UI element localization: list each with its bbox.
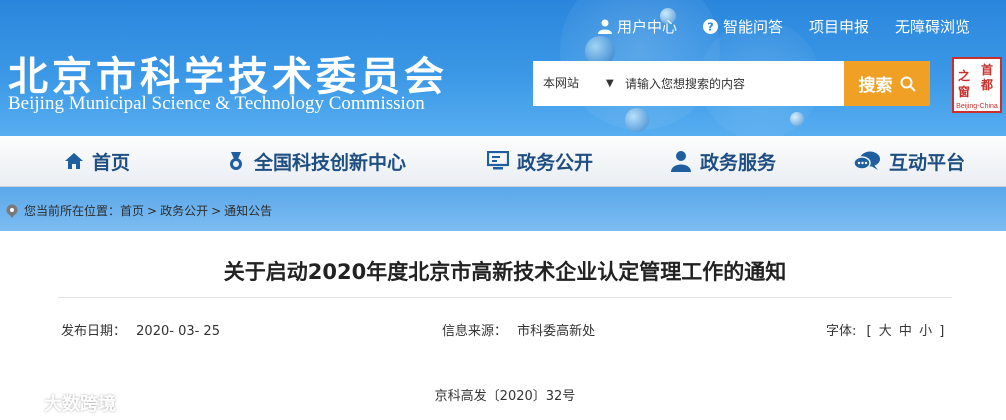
smart-qa-label: 智能问答 bbox=[723, 17, 784, 36]
top-links: 用户中心 ? 智能问答 项目申报 无障碍浏览 bbox=[598, 16, 970, 36]
breadcrumb-separator: > bbox=[147, 203, 158, 218]
breadcrumb-separator: > bbox=[211, 203, 222, 218]
search-bar: 本网站 ▼ 搜索 bbox=[533, 61, 930, 106]
breadcrumb: 您当前所在位置： 首页 > 政务公开 > 通知公告 bbox=[6, 202, 272, 219]
chat-icon bbox=[853, 151, 880, 170]
font-size-control: 字体: [ 大 中 小 ] bbox=[826, 324, 945, 339]
font-size-small-button[interactable]: 小 bbox=[919, 324, 932, 339]
home-icon bbox=[65, 153, 83, 169]
document-number: 京科高发〔2020〕32号 bbox=[434, 389, 576, 404]
nav-item-home[interactable]: 首页 bbox=[64, 136, 130, 186]
publish-date-label: 发布日期： bbox=[61, 324, 127, 339]
capital-window-logo[interactable]: 首 都 之 窗 Beijing-China bbox=[952, 57, 1002, 113]
breadcrumb-gov-affairs-open[interactable]: 政务公开 bbox=[160, 202, 208, 219]
site-header: 北京市科学技术委员会 Beijing Municipal Science & T… bbox=[0, 0, 1006, 136]
info-source-value: 市科委高新处 bbox=[517, 324, 596, 339]
search-button[interactable]: 搜索 bbox=[844, 61, 930, 106]
nav-item-label: 政务服务 bbox=[700, 151, 777, 174]
question-icon: ? bbox=[703, 18, 719, 34]
breadcrumb-home[interactable]: 首页 bbox=[120, 202, 144, 219]
main-nav: 首页 全国科技创新中心 政务公开 政务服务 互动平台 bbox=[0, 136, 1006, 187]
title-divider bbox=[58, 297, 952, 298]
person-icon bbox=[671, 151, 691, 172]
breadcrumb-notices[interactable]: 通知公告 bbox=[224, 202, 272, 219]
user-icon bbox=[598, 19, 612, 34]
breadcrumb-bar: 您当前所在位置： 首页 > 政务公开 > 通知公告 bbox=[0, 187, 1006, 231]
accessibility-link[interactable]: 无障碍浏览 bbox=[895, 16, 970, 37]
nav-item-interaction[interactable]: 互动平台 bbox=[853, 136, 965, 186]
breadcrumb-prefix: 您当前所在位置： bbox=[24, 204, 121, 218]
badge-tag: Beijing-China bbox=[956, 103, 998, 110]
nav-item-gov-services[interactable]: 政务服务 bbox=[670, 136, 776, 186]
nav-item-label: 全国科技创新中心 bbox=[254, 151, 407, 174]
badge-char: 之 bbox=[958, 69, 971, 83]
badge-char: 窗 bbox=[958, 85, 971, 99]
medal-icon bbox=[230, 152, 242, 170]
search-button-label: 搜索 bbox=[858, 76, 893, 96]
info-source-label: 信息来源： bbox=[442, 324, 508, 339]
accessibility-label: 无障碍浏览 bbox=[895, 17, 971, 36]
site-title-en: Beijing Municipal Science & Technology C… bbox=[8, 93, 425, 114]
info-source: 信息来源： 市科委高新处 bbox=[442, 320, 595, 339]
search-scope-select[interactable]: 本网站 bbox=[543, 61, 579, 106]
monitor-icon bbox=[487, 151, 509, 170]
watermark: 大数跨境 bbox=[8, 390, 116, 416]
badge-char: 都 bbox=[981, 78, 994, 92]
nav-item-gov-affairs-open[interactable]: 政务公开 bbox=[487, 136, 593, 186]
caret-down-icon[interactable]: ▼ bbox=[606, 61, 614, 106]
nav-item-label: 首页 bbox=[92, 151, 131, 174]
nav-item-innovation-center[interactable]: 全国科技创新中心 bbox=[226, 136, 406, 186]
svg-text:?: ? bbox=[707, 20, 713, 33]
location-pin-icon bbox=[6, 204, 18, 218]
smart-qa-link[interactable]: ? 智能问答 bbox=[703, 16, 783, 37]
publish-date: 发布日期： 2020- 03- 25 bbox=[61, 320, 220, 339]
font-size-label: 字体: bbox=[826, 324, 857, 339]
article-title: 关于启动2020年度北京市高新技术企业认定管理工作的通知 bbox=[223, 260, 787, 284]
search-icon bbox=[900, 76, 916, 92]
font-size-medium-button[interactable]: 中 bbox=[899, 324, 912, 339]
nav-item-label: 互动平台 bbox=[889, 151, 966, 174]
watermark-text: 大数跨境 bbox=[44, 394, 116, 415]
watermark-logo-icon bbox=[9, 394, 37, 412]
publish-date-value: 2020- 03- 25 bbox=[136, 324, 220, 339]
user-center-label: 用户中心 bbox=[617, 17, 678, 36]
article-panel: 关于启动2020年度北京市高新技术企业认定管理工作的通知 发布日期： 2020-… bbox=[8, 233, 1002, 420]
font-size-large-button[interactable]: 大 bbox=[879, 324, 892, 339]
user-center-link[interactable]: 用户中心 bbox=[598, 16, 677, 37]
nav-item-label: 政务公开 bbox=[517, 151, 594, 174]
project-apply-label: 项目申报 bbox=[809, 17, 870, 36]
project-apply-link[interactable]: 项目申报 bbox=[809, 16, 869, 37]
search-input[interactable] bbox=[623, 71, 837, 97]
